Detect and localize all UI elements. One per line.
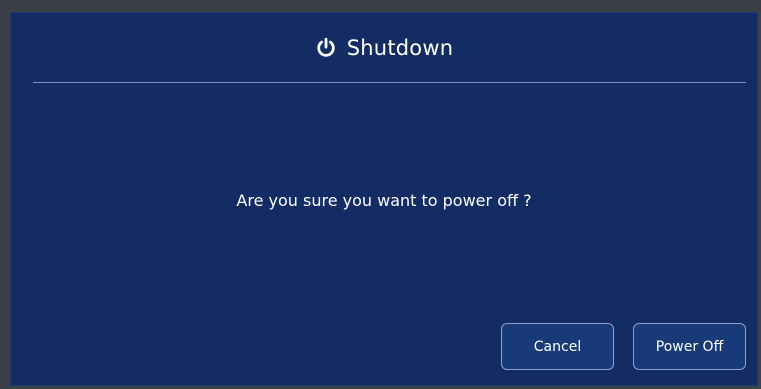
background-top-strip: [0, 0, 761, 12]
dialog-header: Shutdown: [11, 13, 757, 83]
header-divider: [33, 82, 746, 83]
power-off-button[interactable]: Power Off: [633, 323, 746, 370]
cancel-button[interactable]: Cancel: [501, 323, 614, 370]
confirmation-message: Are you sure you want to power off ?: [236, 191, 532, 210]
shutdown-dialog: Shutdown Are you sure you want to power …: [10, 12, 758, 386]
dialog-title: Shutdown: [346, 36, 454, 60]
background-left-strip: [0, 0, 10, 389]
power-icon: [315, 37, 337, 59]
